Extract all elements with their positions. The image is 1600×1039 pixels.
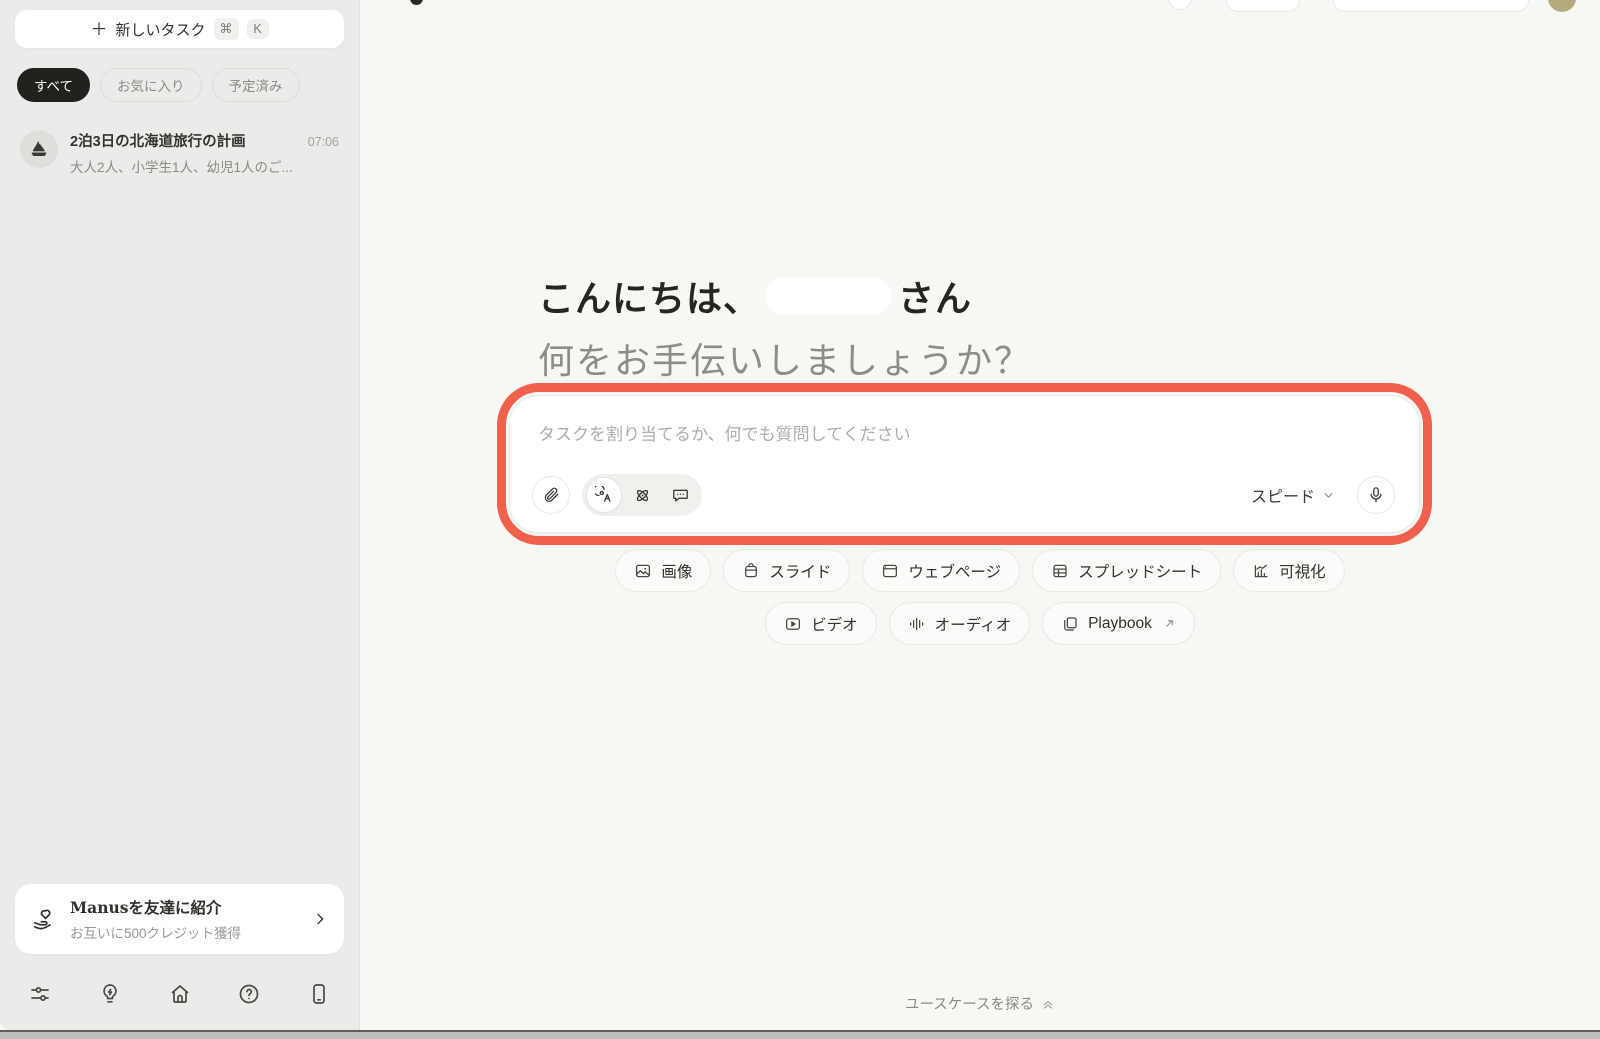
top-partial-pill-button-2[interactable] — [1333, 0, 1529, 12]
chips-row-2: ビデオ オーディオ Playbook — [360, 602, 1600, 645]
chip-webpage-label: ウェブページ — [908, 560, 1001, 582]
microphone-button[interactable] — [1357, 476, 1395, 514]
main-area: こんにちは、 さん 何をお手伝いしましょうか？ タスクを割り当てるか、何でも質問… — [360, 0, 1600, 1030]
chip-audio-label: オーディオ — [935, 613, 1011, 635]
composer: タスクを割り当てるか、何でも質問してください — [509, 395, 1420, 533]
task-snippet: 大人2人、小学生1人、幼児1人のご... — [70, 156, 339, 176]
chevron-down-icon — [1322, 489, 1335, 502]
task-title: 2泊3日の北海道旅行の計画 — [70, 130, 300, 151]
chip-image[interactable]: 画像 — [615, 549, 711, 592]
plus-icon: ＋ — [90, 21, 107, 38]
external-link-icon — [1163, 617, 1176, 630]
sidebar-footer-nav — [0, 966, 359, 1030]
home-icon[interactable] — [166, 980, 194, 1008]
greeting: こんにちは、 さん 何をお手伝いしましょうか？ — [538, 270, 1032, 384]
referral-card[interactable]: Manusを友達に紹介 お互いに500クレジット獲得 — [15, 884, 344, 954]
referral-title: Manusを友達に紹介 — [70, 898, 221, 917]
referral-subtitle: お互いに500クレジット獲得 — [70, 922, 299, 942]
composer-highlight-ring: タスクを割り当てるか、何でも質問してください — [497, 383, 1432, 545]
window-top-partial-icon — [410, 0, 423, 5]
attach-file-button[interactable] — [532, 476, 570, 514]
top-partial-circle-button[interactable] — [1168, 0, 1192, 10]
filter-scheduled[interactable]: 予定済み — [212, 68, 300, 102]
sailboat-icon — [20, 130, 58, 168]
chip-video-label: ビデオ — [811, 613, 858, 635]
image-icon — [634, 562, 652, 580]
chip-visualization[interactable]: 可視化 — [1233, 549, 1345, 592]
avatar[interactable] — [1548, 0, 1576, 12]
task-time: 07:06 — [308, 135, 339, 149]
explore-label: ユースケースを探る — [905, 993, 1034, 1014]
chip-spreadsheet[interactable]: スプレッドシート — [1032, 549, 1221, 592]
playbook-icon — [1061, 615, 1079, 633]
atom-mode-icon[interactable] — [624, 477, 660, 513]
ideas-lightbulb-icon[interactable] — [96, 980, 124, 1008]
greeting-line1: こんにちは、 さん — [538, 270, 1032, 322]
top-partial-pill-button[interactable] — [1226, 0, 1300, 12]
chip-video[interactable]: ビデオ — [765, 602, 877, 645]
composer-input[interactable]: タスクを割り当てるか、何でも質問してください — [538, 420, 1391, 445]
capability-chips: 画像 スライド — [360, 549, 1600, 655]
speed-mode-dropdown[interactable]: スピード — [1243, 479, 1343, 511]
greeting-prefix: こんにちは、 — [538, 270, 760, 322]
paperclip-icon — [542, 486, 560, 504]
greeting-suffix: さん — [898, 270, 972, 322]
window-bottom-edge — [0, 1030, 1600, 1039]
chevrons-up-icon — [1041, 997, 1055, 1011]
composer-toolbar: スピード — [532, 474, 1395, 516]
help-icon[interactable] — [235, 980, 263, 1008]
visualization-icon — [1252, 562, 1270, 580]
speed-mode-label: スピード — [1251, 483, 1315, 507]
spreadsheet-icon — [1051, 562, 1069, 580]
chip-visualization-label: 可視化 — [1279, 560, 1326, 582]
mobile-app-icon[interactable] — [305, 980, 333, 1008]
filter-all[interactable]: すべて — [17, 68, 90, 102]
redacted-username — [766, 277, 892, 315]
referral-text: Manusを友達に紹介 お互いに500クレジット獲得 — [70, 896, 299, 942]
chip-spreadsheet-label: スプレッドシート — [1078, 560, 1202, 582]
explore-use-cases-link[interactable]: ユースケースを探る — [360, 993, 1600, 1014]
chip-slides[interactable]: スライド — [723, 549, 850, 592]
task-filters: すべて お気に入り 予定済み — [17, 68, 359, 102]
microphone-icon — [1367, 486, 1385, 504]
chip-slides-label: スライド — [769, 560, 831, 582]
sidebar-spacer — [0, 182, 359, 884]
video-icon — [784, 615, 802, 633]
chip-webpage[interactable]: ウェブページ — [862, 549, 1020, 592]
filter-favorites[interactable]: お気に入り — [100, 68, 202, 102]
mode-selector — [582, 474, 702, 516]
settings-sliders-icon[interactable] — [26, 980, 54, 1008]
chip-playbook-label: Playbook — [1088, 615, 1152, 633]
task-body: 2泊3日の北海道旅行の計画 07:06 大人2人、小学生1人、幼児1人のご... — [70, 130, 339, 176]
sidebar: ＋ 新しいタスク ⌘ K すべて お気に入り 予定済み 2泊3日の北海道旅行の計… — [0, 0, 360, 1030]
cmd-key-badge: ⌘ — [214, 18, 239, 40]
audio-icon — [908, 615, 926, 633]
greeting-question: 何をお手伝いしましょうか？ — [538, 332, 1032, 384]
slides-icon — [742, 562, 760, 580]
new-task-button[interactable]: ＋ 新しいタスク ⌘ K — [15, 10, 344, 48]
webpage-icon — [881, 562, 899, 580]
chat-mode-icon[interactable] — [662, 477, 698, 513]
chevron-right-icon — [312, 911, 328, 927]
chip-playbook[interactable]: Playbook — [1042, 602, 1195, 645]
chip-image-label: 画像 — [661, 560, 692, 582]
new-task-label: 新しいタスク — [115, 19, 205, 40]
hand-heart-icon — [31, 906, 57, 932]
k-key-badge: K — [247, 19, 269, 39]
task-list-item[interactable]: 2泊3日の北海道旅行の計画 07:06 大人2人、小学生1人、幼児1人のご... — [0, 124, 359, 182]
chip-audio[interactable]: オーディオ — [889, 602, 1030, 645]
chips-row-1: 画像 スライド — [360, 549, 1600, 592]
agent-mode-icon[interactable] — [586, 477, 622, 513]
